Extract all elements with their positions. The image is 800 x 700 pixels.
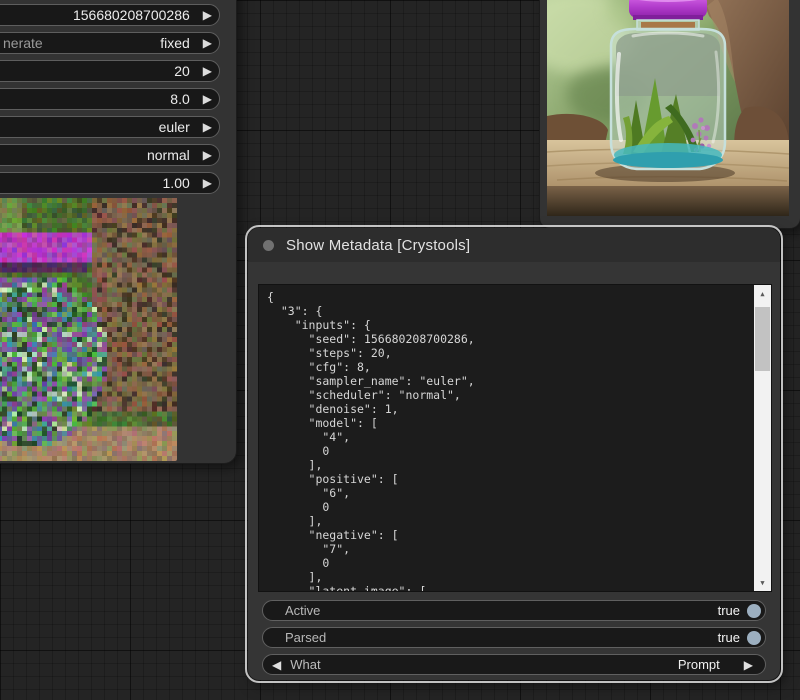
scroll-down-icon[interactable]: ▼ — [754, 574, 771, 591]
scrollbar[interactable]: ▲ ▼ — [754, 285, 771, 591]
scheduler-widget-value: normal — [146, 147, 190, 163]
arrow-right-icon[interactable]: ▶ — [744, 659, 753, 671]
sampler-name-widget-value: euler — [158, 119, 190, 135]
arrow-right-icon[interactable]: ▶ — [203, 177, 212, 189]
latent-preview-image — [0, 198, 177, 461]
comfyui-canvas[interactable]: { "icons": { "arrow_right": "▶", "arrow_… — [0, 0, 800, 700]
denoise-widget-value: 1.00 — [162, 175, 190, 191]
seed-widget-value: 156680208700286 — [72, 7, 190, 23]
arrow-right-icon[interactable]: ▶ — [203, 37, 212, 49]
show-metadata-node[interactable]: Show Metadata [Crystools] { "3": { "inpu… — [245, 225, 783, 683]
parsed-toggle-dot[interactable] — [747, 630, 761, 645]
arrow-right-icon[interactable]: ▶ — [203, 121, 212, 133]
jar-photo-svg — [547, 0, 789, 216]
arrow-right-icon[interactable]: ▶ — [203, 93, 212, 105]
jar-photo-image — [547, 0, 789, 216]
scroll-up-icon[interactable]: ▲ — [754, 285, 771, 302]
control-after-generate-label: nerate — [3, 35, 43, 51]
cfg-widget-value: 8.0 — [170, 91, 190, 107]
parsed-toggle-value: true — [717, 630, 740, 645]
parsed-toggle-label: Parsed — [285, 630, 327, 645]
arrow-left-icon[interactable]: ◀ — [272, 659, 281, 671]
denoise-widget[interactable]: 1.00 ▶ — [0, 172, 220, 194]
what-selector[interactable]: ◀ What Prompt ▶ — [262, 654, 766, 675]
arrow-right-icon[interactable]: ▶ — [203, 65, 212, 77]
show-metadata-node-header[interactable]: Show Metadata [Crystools] — [248, 228, 780, 262]
active-toggle-value: true — [717, 603, 740, 618]
control-after-generate-widget[interactable]: nerate fixed ▶ — [0, 32, 220, 54]
scrollbar-thumb[interactable] — [755, 307, 770, 371]
active-toggle-dot[interactable] — [747, 603, 761, 618]
active-toggle-label: Active — [285, 603, 321, 618]
metadata-json-output[interactable]: { "3": { "inputs": { "seed": 15668020870… — [258, 284, 772, 592]
steps-widget-value: 20 — [174, 63, 190, 79]
metadata-json-text[interactable]: { "3": { "inputs": { "seed": 15668020870… — [259, 285, 754, 591]
parsed-toggle[interactable]: Parsed true — [262, 627, 766, 648]
what-selector-value: Prompt — [677, 657, 720, 672]
seed-widget[interactable]: 156680208700286 ▶ — [0, 4, 220, 26]
active-toggle[interactable]: Active true — [262, 600, 766, 621]
scheduler-widget[interactable]: normal ▶ — [0, 144, 220, 166]
arrow-right-icon[interactable]: ▶ — [203, 9, 212, 21]
node-title: Show Metadata [Crystools] — [286, 236, 471, 254]
what-selector-label: What — [290, 657, 321, 672]
control-after-generate-value: fixed — [160, 35, 190, 51]
collapse-dot-icon[interactable] — [263, 239, 274, 251]
cfg-widget[interactable]: 8.0 ▶ — [0, 88, 220, 110]
arrow-right-icon[interactable]: ▶ — [203, 149, 212, 161]
sampler-name-widget[interactable]: euler ▶ — [0, 116, 220, 138]
steps-widget[interactable]: 20 ▶ — [0, 60, 220, 82]
